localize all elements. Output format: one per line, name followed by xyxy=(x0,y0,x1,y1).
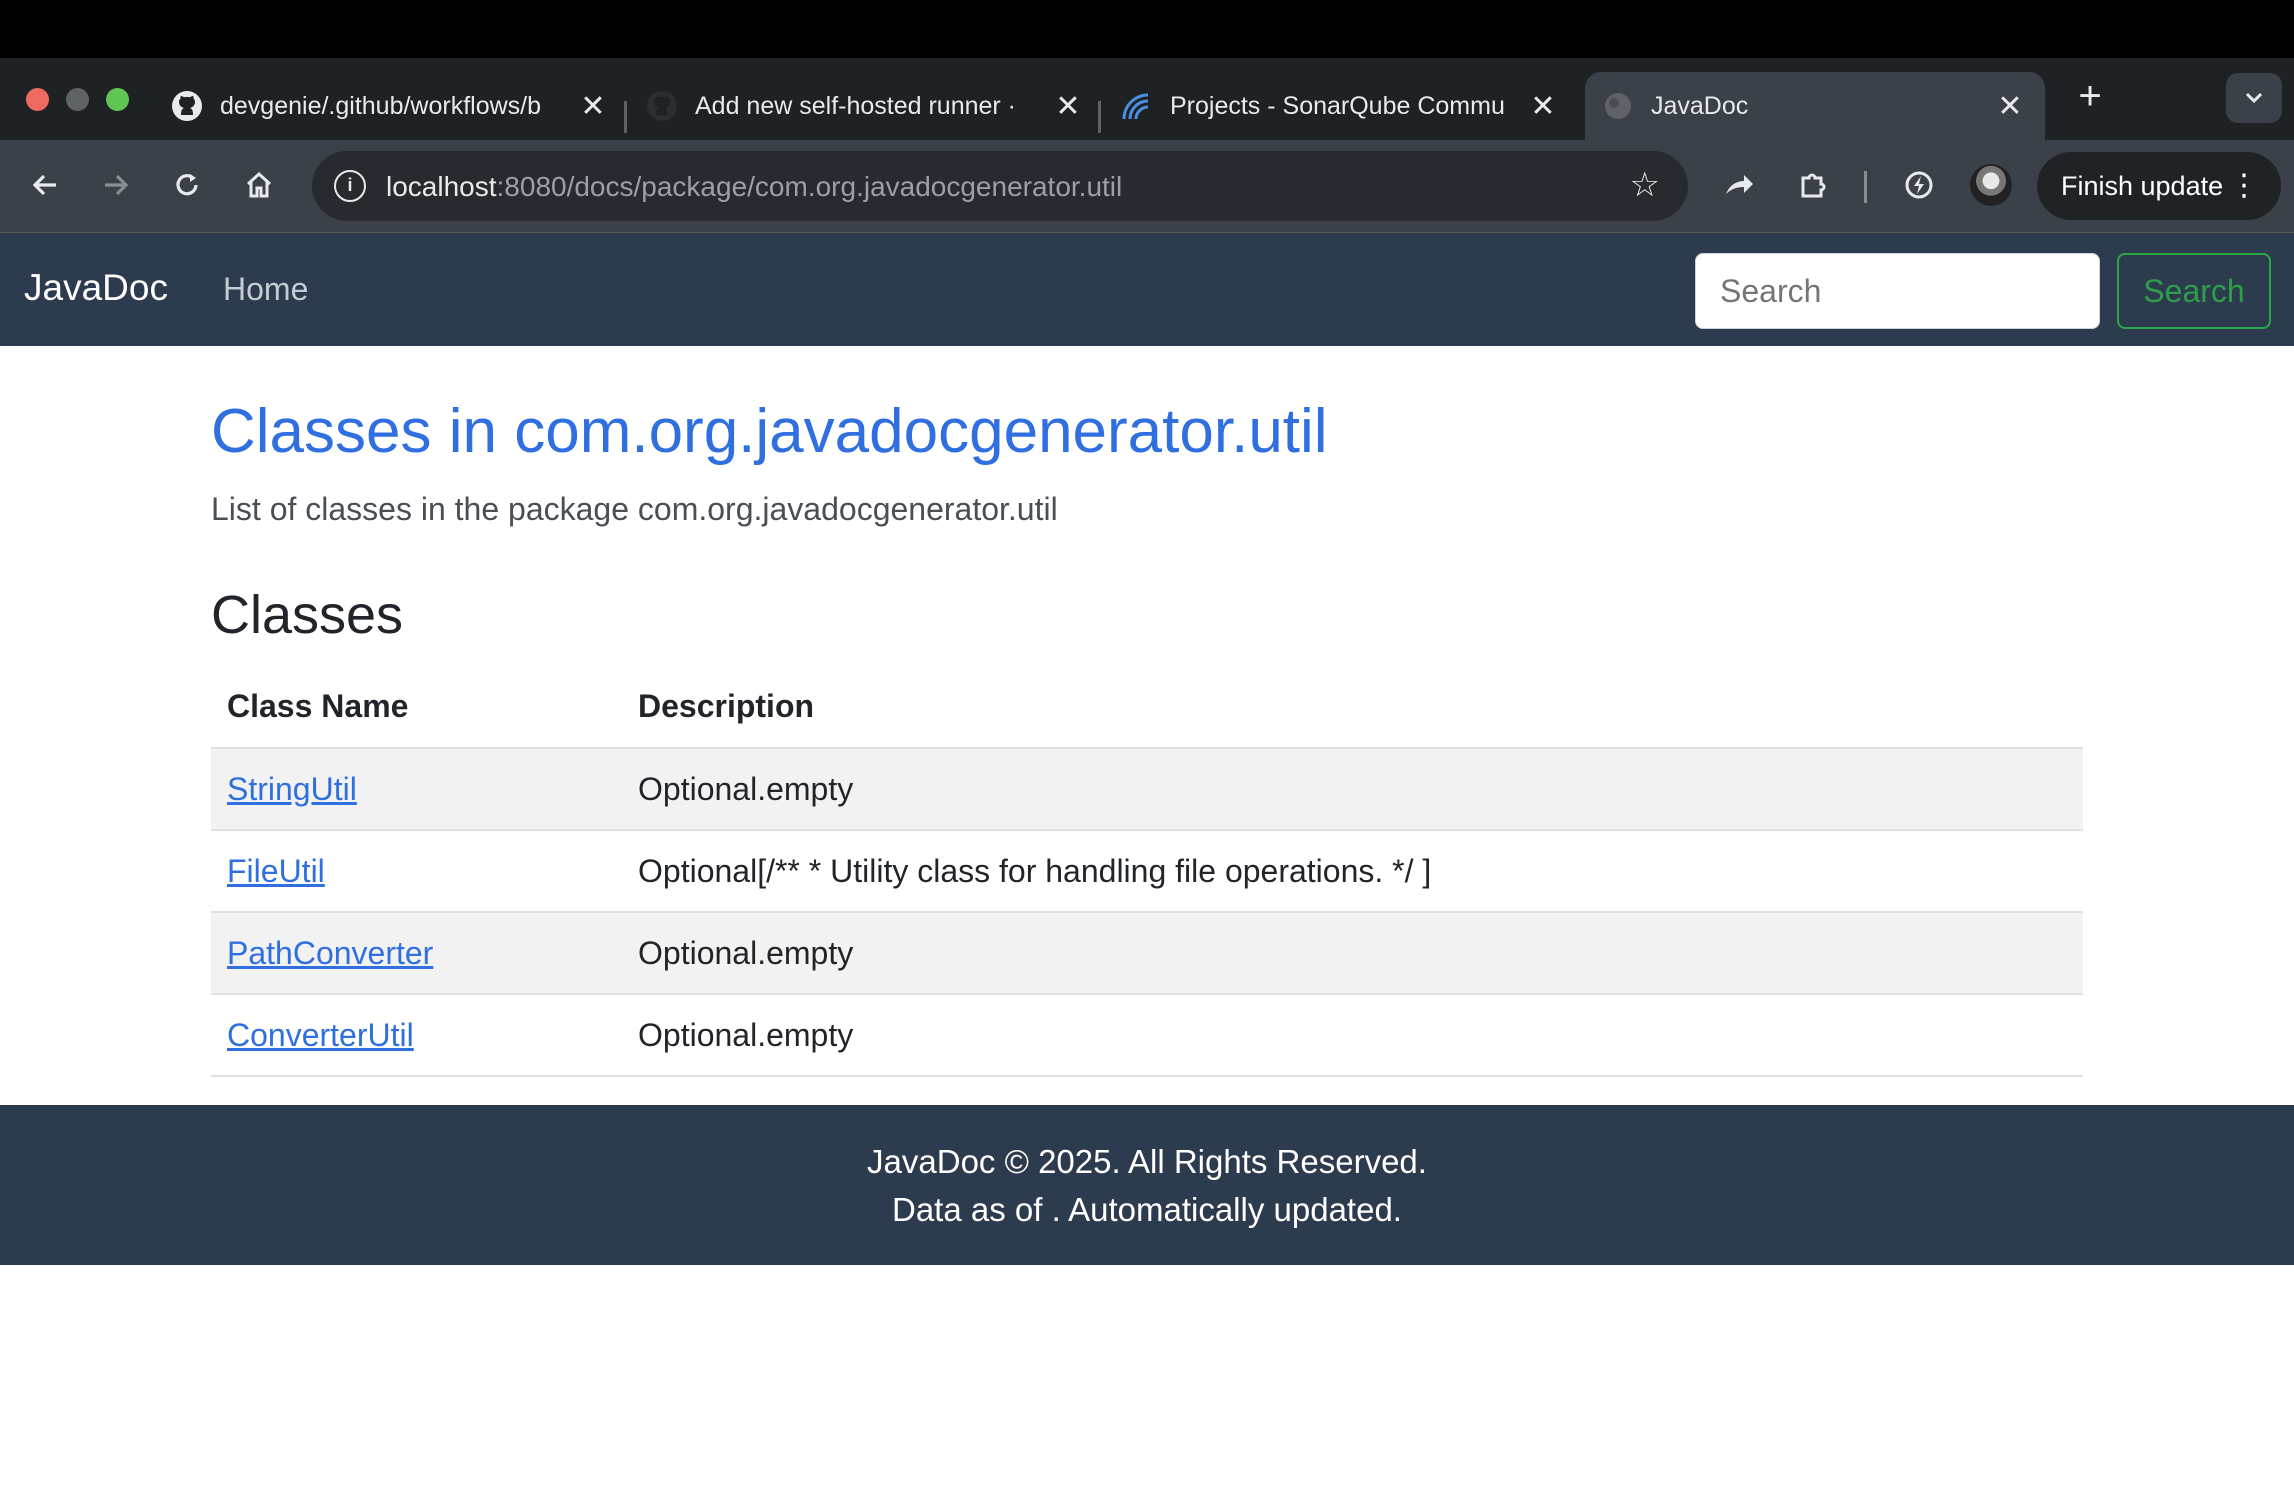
finish-update-label: Finish update xyxy=(2061,170,2224,201)
browser-tab-active[interactable]: JavaDoc ✕ xyxy=(1585,72,2045,140)
class-link-fileutil[interactable]: FileUtil xyxy=(227,853,325,889)
class-name-cell: ConverterUtil xyxy=(211,994,622,1077)
bookmark-star-icon[interactable]: ☆ xyxy=(1630,165,1660,205)
reload-icon[interactable] xyxy=(164,162,210,208)
browser-tab-2[interactable]: Add new self-hosted runner · ✕ xyxy=(645,72,1085,140)
browser-tab-1[interactable]: devgenie/.github/workflows/b ✕ xyxy=(170,72,610,140)
share-arrow-icon[interactable] xyxy=(1716,162,1762,208)
table-row: ConverterUtil Optional.empty xyxy=(211,994,2083,1077)
url-path: :8080/docs/package/com.org.javadocgenera… xyxy=(496,171,1123,202)
menu-bar-area xyxy=(0,0,2294,58)
url-text[interactable]: localhost:8080/docs/package/com.org.java… xyxy=(386,171,1122,203)
minimize-window-button[interactable] xyxy=(66,88,89,111)
more-options-icon[interactable]: ⋮ xyxy=(2229,166,2259,206)
tab-separator xyxy=(1098,101,1101,133)
github-icon xyxy=(170,89,204,123)
profile-avatar[interactable] xyxy=(1970,164,2012,206)
class-name-cell: StringUtil xyxy=(211,748,622,831)
globe-icon xyxy=(1601,89,1635,123)
github-icon xyxy=(645,89,679,123)
back-arrow-icon[interactable] xyxy=(22,162,68,208)
class-name-cell: FileUtil xyxy=(211,830,622,913)
browser-toolbar: i localhost:8080/docs/package/com.org.ja… xyxy=(0,140,2294,233)
page-title: Classes in com.org.javadocgenerator.util xyxy=(211,397,1328,466)
performance-icon[interactable] xyxy=(1896,162,1942,208)
site-footer: JavaDoc © 2025. All Rights Reserved. Dat… xyxy=(0,1105,2294,1265)
address-bar[interactable]: i localhost:8080/docs/package/com.org.ja… xyxy=(312,151,1688,221)
search-button[interactable]: Search xyxy=(2117,253,2271,329)
class-link-converterutil[interactable]: ConverterUtil xyxy=(227,1017,414,1053)
search-input[interactable] xyxy=(1695,253,2100,329)
site-info-icon[interactable]: i xyxy=(334,170,366,202)
class-link-pathconverter[interactable]: PathConverter xyxy=(227,935,433,971)
section-title: Classes xyxy=(211,585,404,645)
finish-update-button[interactable]: Finish update ⋮ xyxy=(2037,152,2281,220)
close-window-button[interactable] xyxy=(26,88,49,111)
description-cell: Optional.empty xyxy=(622,994,2083,1077)
tab-label: Add new self-hosted runner · xyxy=(695,91,1017,120)
class-link-stringutil[interactable]: StringUtil xyxy=(227,771,357,807)
table-row: PathConverter Optional.empty xyxy=(211,912,2083,995)
toolbar-divider xyxy=(1864,171,1867,203)
tab-label: Projects - SonarQube Commu xyxy=(1170,91,1505,120)
table-row: FileUtil Optional[/** * Utility class fo… xyxy=(211,830,2083,913)
tab-search-chevron-icon[interactable] xyxy=(2226,73,2282,123)
close-tab-icon[interactable]: ✕ xyxy=(1993,89,2027,123)
table-header-row: Class Name Description xyxy=(211,666,2083,749)
classes-table: Class Name Description StringUtil Option… xyxy=(211,666,2083,1077)
footer-copyright: JavaDoc © 2025. All Rights Reserved. xyxy=(867,1143,1427,1180)
browser-tab-3[interactable]: Projects - SonarQube Commu ✕ xyxy=(1120,72,1560,140)
tab-label: devgenie/.github/workflows/b xyxy=(220,91,542,120)
sonarqube-icon xyxy=(1120,89,1154,123)
forward-arrow-icon[interactable] xyxy=(93,162,139,208)
description-cell: Optional.empty xyxy=(622,748,2083,831)
extensions-puzzle-icon[interactable] xyxy=(1790,162,1836,208)
nav-link-home[interactable]: Home xyxy=(223,271,308,308)
footer-data-note: Data as of . Automatically updated. xyxy=(892,1191,1402,1228)
url-host: localhost xyxy=(386,171,497,202)
description-cell: Optional[/** * Utility class for handlin… xyxy=(622,830,2083,913)
page-subtitle: List of classes in the package com.org.j… xyxy=(211,491,1058,527)
column-header-description: Description xyxy=(622,666,2083,749)
new-tab-plus-icon[interactable]: + xyxy=(2070,76,2110,116)
table-row: StringUtil Optional.empty xyxy=(211,748,2083,831)
tab-separator xyxy=(624,101,627,133)
browser-tab-strip: devgenie/.github/workflows/b ✕ Add new s… xyxy=(0,58,2294,140)
tab-label: JavaDoc xyxy=(1651,91,1749,120)
maximize-window-button[interactable] xyxy=(106,88,129,111)
description-cell: Optional.empty xyxy=(622,912,2083,995)
site-navbar: JavaDoc Home Search xyxy=(0,233,2294,346)
home-icon[interactable] xyxy=(236,162,282,208)
class-name-cell: PathConverter xyxy=(211,912,622,995)
close-tab-icon[interactable]: ✕ xyxy=(1051,89,1085,123)
navbar-brand[interactable]: JavaDoc xyxy=(24,267,168,309)
close-tab-icon[interactable]: ✕ xyxy=(576,89,610,123)
column-header-class-name: Class Name xyxy=(211,666,622,749)
close-tab-icon[interactable]: ✕ xyxy=(1526,89,1560,123)
